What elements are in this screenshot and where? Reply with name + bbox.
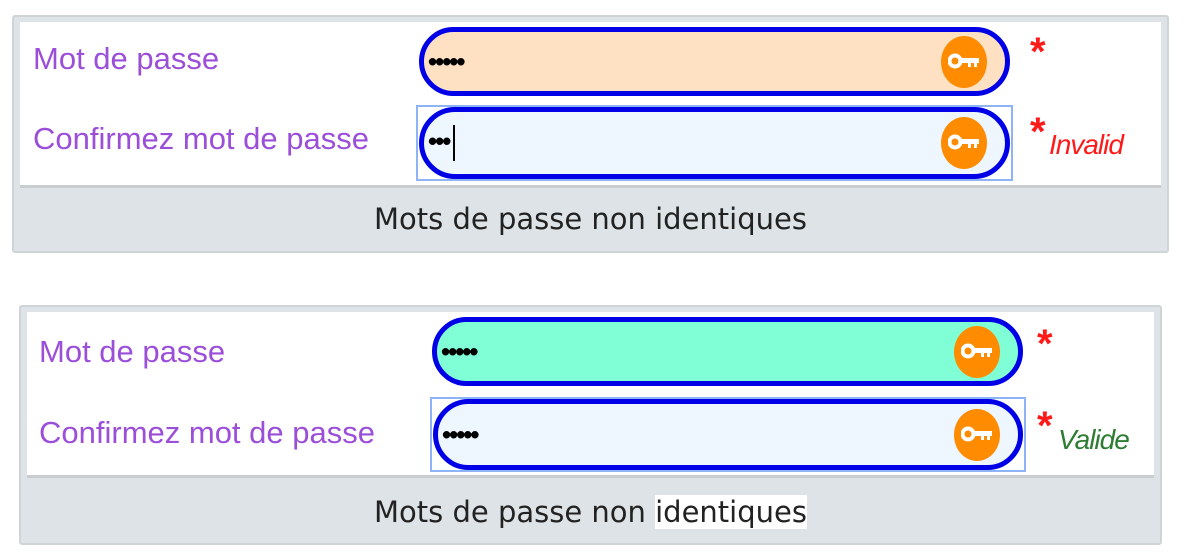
confirm-focus-outline: •••: [416, 105, 1013, 181]
password-value: •••••: [428, 46, 465, 76]
confirm-password-input[interactable]: •••: [419, 107, 1010, 179]
confirm-password-input[interactable]: •••••: [433, 399, 1023, 470]
required-asterisk: *: [1037, 322, 1053, 366]
password-panel-valid: Mot de passe ••••• * Confirmez mot de pa…: [19, 305, 1162, 545]
password-input[interactable]: •••••: [432, 317, 1023, 386]
confirm-focus-outline: •••••: [430, 397, 1026, 472]
text-caret: [453, 125, 456, 161]
password-value: •••••: [441, 336, 478, 366]
message-text: Mots de passe non: [374, 495, 656, 529]
key-icon[interactable]: [941, 117, 987, 169]
required-asterisk: *: [1037, 404, 1053, 448]
mismatch-message: Mots de passe non identiques: [14, 202, 1167, 236]
confirm-value: •••: [428, 125, 451, 156]
required-asterisk: *: [1030, 30, 1046, 74]
mismatch-message: Mots de passe non identiques: [21, 495, 1160, 529]
confirm-value-wrap: •••: [428, 125, 456, 161]
confirm-label: Confirmez mot de passe: [33, 121, 369, 156]
password-panel-invalid: Mot de passe ••••• * Confirmez mot de pa…: [12, 15, 1169, 253]
key-icon[interactable]: [954, 408, 1000, 461]
confirm-value: •••••: [442, 419, 479, 449]
key-icon[interactable]: [941, 35, 987, 88]
form-area: Mot de passe ••••• * Confirmez mot de pa…: [27, 312, 1154, 478]
validation-status: Invalid: [1049, 129, 1124, 160]
confirm-label: Confirmez mot de passe: [39, 415, 375, 450]
password-label: Mot de passe: [39, 334, 226, 369]
password-label: Mot de passe: [33, 41, 220, 76]
required-asterisk: *: [1030, 110, 1046, 154]
message-text: Mots de passe non: [374, 202, 656, 236]
message-text-end: identiques: [655, 202, 807, 236]
validation-status: Valide: [1058, 424, 1130, 455]
key-icon[interactable]: [954, 325, 1000, 378]
password-input[interactable]: •••••: [419, 27, 1010, 96]
message-text-selected: identiques: [655, 495, 807, 529]
form-area: Mot de passe ••••• * Confirmez mot de pa…: [20, 22, 1161, 188]
